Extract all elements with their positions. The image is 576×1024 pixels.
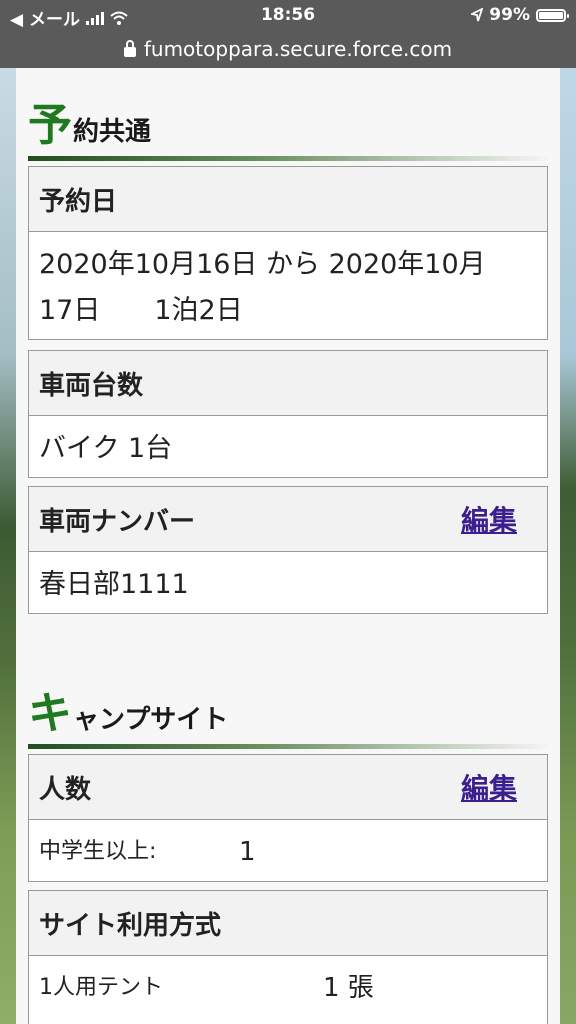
battery-percent: 99% — [489, 5, 530, 25]
box-body: 2020年10月16日 から 2020年10月 17日 1泊2日 — [29, 232, 547, 344]
url-text[interactable]: fumotoppara.secure.force.com — [144, 37, 452, 61]
section-divider — [28, 744, 548, 749]
location-arrow-icon — [471, 8, 484, 22]
people-row-label: 中学生以上: — [39, 839, 157, 864]
box-header-label: サイト利用方式 — [39, 910, 222, 941]
box-body: 1人用テント 1 張 — [29, 956, 547, 1020]
box-header: サイト利用方式 — [29, 891, 547, 956]
box-header: 人数 編集 — [29, 755, 547, 820]
vehicle-number-value: 春日部1111 — [39, 569, 189, 600]
main-content: 予 約共通 予約日 2020年10月16日 から 2020年10月 17日 1泊… — [16, 68, 560, 1024]
background-left — [0, 68, 16, 1024]
box-header-label: 車両ナンバー — [39, 506, 196, 537]
box-body: 中学生以上: 1 — [29, 820, 547, 884]
people-count-box: 人数 編集 中学生以上: 1 — [28, 754, 548, 882]
section-title-campsite: キ ャンプサイト — [28, 672, 228, 736]
box-header: 車両ナンバー 編集 — [29, 487, 547, 552]
vehicle-count-value: バイク 1台 — [39, 433, 173, 464]
background-right — [560, 68, 576, 1024]
reservation-date-box: 予約日 2020年10月16日 から 2020年10月 17日 1泊2日 — [28, 166, 548, 340]
box-body: バイク 1台 — [29, 416, 547, 482]
site-usage-box: サイト利用方式 1人用テント 1 張 — [28, 890, 548, 1024]
date-range-line-2: 17日 1泊2日 — [39, 295, 243, 326]
section-title-text: 約共通 — [73, 117, 152, 147]
edit-vehicle-number-link[interactable]: 編集 — [461, 499, 517, 539]
section-title-initial: 予 — [28, 100, 72, 151]
box-header: 予約日 — [29, 167, 547, 232]
status-bar: ◀ メール 18:56 99% — [0, 0, 576, 30]
edit-people-count-link[interactable]: 編集 — [461, 767, 517, 807]
section-title-reservation: 予 約共通 — [28, 84, 151, 148]
box-header-label: 車両台数 — [39, 370, 144, 401]
box-header-label: 予約日 — [39, 186, 118, 217]
date-range-line-1: 2020年10月16日 から 2020年10月 — [39, 249, 486, 280]
url-bar[interactable]: fumotoppara.secure.force.com — [0, 30, 576, 68]
section-title-initial: キ — [28, 688, 72, 739]
vehicle-count-box: 車両台数 バイク 1台 — [28, 350, 548, 478]
box-header-label: 人数 — [39, 774, 92, 805]
section-title-text: ャンプサイト — [73, 705, 229, 735]
box-header: 車両台数 — [29, 351, 547, 416]
battery-icon — [536, 8, 569, 22]
section-divider — [28, 156, 548, 161]
box-body: 春日部1111 — [29, 552, 547, 618]
vehicle-number-box: 車両ナンバー 編集 春日部1111 — [28, 486, 548, 614]
status-bar-right: 99% — [471, 5, 569, 25]
people-row-value: 1 — [239, 837, 256, 867]
site-usage-row-value: 1 張 — [323, 973, 374, 1003]
lock-icon — [123, 40, 136, 57]
site-usage-row-label: 1人用テント — [39, 975, 163, 1000]
